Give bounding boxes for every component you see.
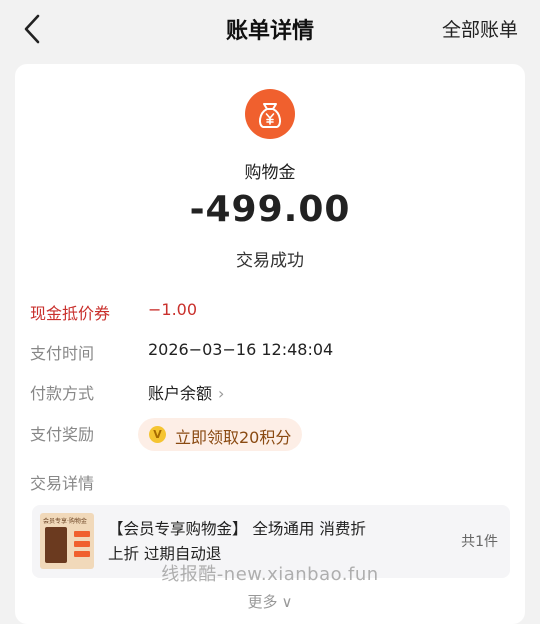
pay-method-value[interactable]: 账户余额 › (148, 380, 224, 404)
more-link[interactable]: 更多 ∨ (0, 591, 540, 612)
thumbnail-caption: 会员专享·购物金 (43, 518, 87, 525)
thumbnail-price-tag (74, 531, 90, 537)
points-coin-icon: V (149, 426, 166, 443)
claim-points-button[interactable]: V 立即领取20积分 (138, 418, 302, 451)
watermark-text: 线报酷-new.xianbao.fun (161, 564, 379, 585)
pay-time-value: 2026−03−16 12:48:04 (148, 340, 334, 359)
transaction-status: 交易成功 (236, 251, 304, 271)
all-bills-link[interactable]: 全部账单 (442, 15, 518, 42)
coupon-label: 现金抵价券 (30, 304, 111, 323)
reward-label: 支付奖励 (30, 425, 95, 444)
claim-points-label: 立即领取20积分 (175, 428, 292, 447)
thumbnail-price-tag (74, 541, 90, 547)
thumbnail-price-tag (74, 551, 90, 557)
thumbnail-product-box (45, 527, 67, 563)
asset-name: 购物金 (244, 163, 296, 183)
bill-detail-card: 购物金 -499.00 交易成功 现金抵价券 −1.00 支付时间 2026−0… (15, 64, 525, 624)
chevron-right-icon: › (218, 384, 225, 403)
chevron-down-icon: ∨ (281, 593, 293, 611)
more-label: 更多 (247, 593, 278, 611)
points-coin-letter: V (153, 428, 162, 441)
goods-count: 共1件 (461, 534, 498, 550)
transaction-amount: -499.00 (189, 189, 351, 230)
pay-time-label: 支付时间 (30, 344, 95, 363)
money-bag-yen-icon (245, 89, 295, 139)
trade-detail-label: 交易详情 (30, 474, 95, 493)
nav-bar: 账单详情 全部账单 (0, 0, 540, 58)
pay-method-label: 付款方式 (30, 384, 95, 403)
pay-method-text: 账户余额 (148, 384, 213, 403)
coupon-value: −1.00 (148, 300, 198, 319)
